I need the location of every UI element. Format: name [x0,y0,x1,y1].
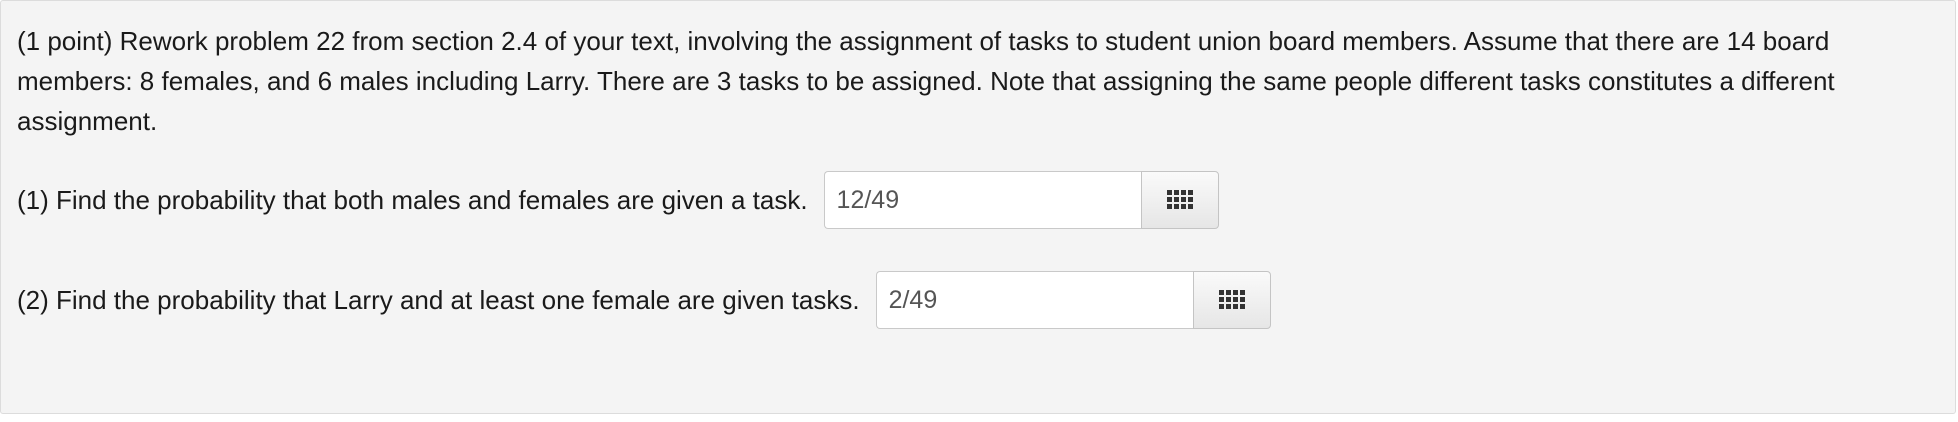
question-1-text: (1) Find the probability that both males… [17,185,808,215]
equation-palette-button-1[interactable] [1140,171,1219,229]
problem-panel: (1 point) Rework problem 22 from section… [0,0,1956,414]
equation-palette-icon [1166,190,1193,209]
question-2: (2) Find the probability that Larry and … [17,271,1271,329]
equation-palette-icon [1218,290,1245,309]
answer-2-group [875,271,1271,329]
problem-statement: (1 point) Rework problem 22 from section… [17,26,1835,136]
question-2-text: (2) Find the probability that Larry and … [17,285,860,315]
answer-1-input[interactable] [823,171,1141,229]
answer-1-group [823,171,1219,229]
equation-palette-button-2[interactable] [1192,271,1271,329]
answer-2-input[interactable] [875,271,1193,329]
question-1: (1) Find the probability that both males… [17,171,1219,229]
